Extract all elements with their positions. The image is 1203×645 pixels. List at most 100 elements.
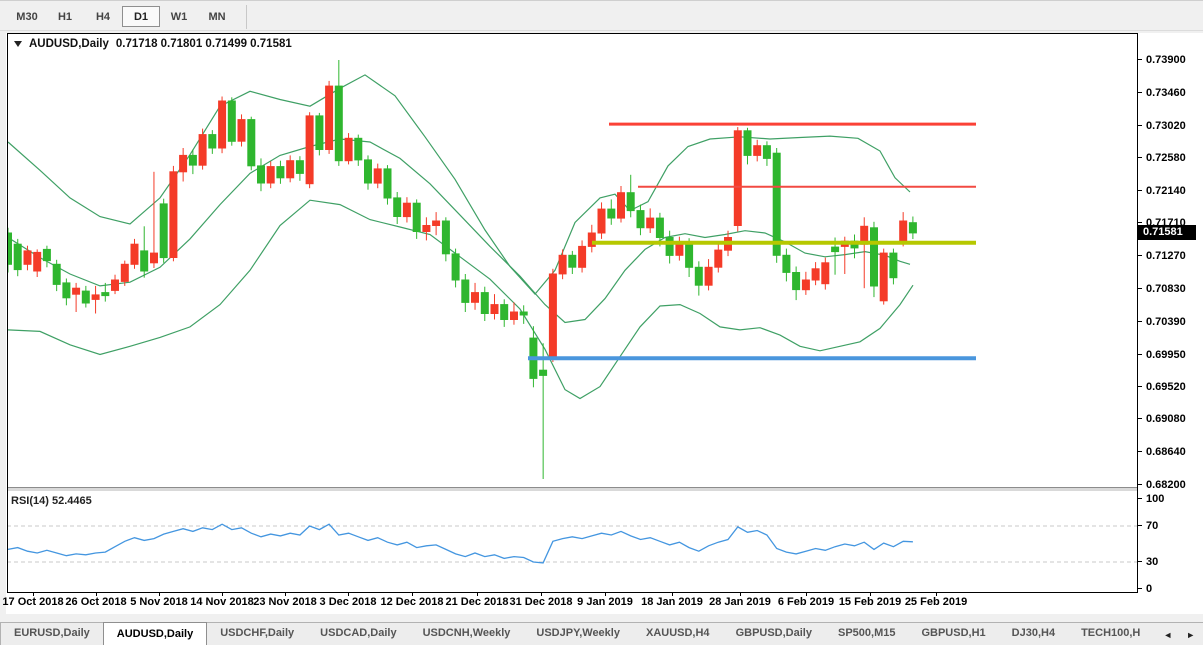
candle-body	[598, 209, 605, 233]
candle-body	[296, 161, 303, 174]
candle-body	[384, 169, 391, 198]
candle-body	[608, 209, 615, 218]
candle-body	[569, 255, 576, 267]
candle-body	[43, 249, 50, 260]
candle-body	[472, 293, 479, 303]
candle-body	[783, 255, 790, 272]
tab-XAUUSD-H4[interactable]: XAUUSD,H4	[633, 623, 723, 645]
chart-symbol-label: AUDUSD,Daily	[29, 38, 109, 50]
candle-body	[403, 203, 410, 216]
tab-AUDUSD-Daily[interactable]: AUDUSD,Daily	[103, 622, 207, 645]
timeframe-button-H4[interactable]: H4	[84, 6, 122, 27]
candle-body	[63, 283, 70, 298]
candle-body	[189, 155, 196, 165]
candle-body	[82, 291, 89, 303]
candle-body	[540, 370, 547, 375]
candle-body	[501, 305, 508, 320]
candle-body	[462, 280, 469, 302]
toolbar-separator	[246, 5, 247, 29]
tab-scroll-right-icon[interactable]: ►	[1186, 630, 1195, 640]
candle-body	[734, 131, 741, 226]
timeframe-button-MN[interactable]: MN	[198, 6, 236, 27]
tab-USDJPY-Weekly[interactable]: USDJPY,Weekly	[523, 623, 633, 645]
candle-body	[335, 86, 342, 161]
candle-body	[326, 86, 333, 149]
candle-body	[890, 253, 897, 278]
chart-tabs: EURUSD,DailyAUDUSD,DailyUSDCHF,DailyUSDC…	[0, 622, 1203, 645]
candle-body	[511, 312, 518, 320]
date-tick-label: 6 Feb 2019	[778, 596, 834, 608]
date-tick-label: 26 Oct 2018	[65, 596, 126, 608]
tab-GBPUSD-Daily[interactable]: GBPUSD,Daily	[723, 623, 825, 645]
candle-body	[14, 244, 21, 269]
tab-USDCNH-Weekly[interactable]: USDCNH,Weekly	[410, 623, 524, 645]
candle-body	[73, 288, 80, 294]
pane-separator[interactable]	[7, 488, 1138, 491]
candle-body	[452, 254, 459, 280]
candle-body	[248, 120, 255, 166]
candle-body	[238, 120, 245, 142]
candle-body	[812, 269, 819, 280]
candle-body	[365, 160, 372, 183]
candle-body	[871, 228, 878, 286]
tab-USDCAD-Daily[interactable]: USDCAD,Daily	[307, 623, 409, 645]
candle-body	[92, 295, 99, 300]
tab-TECH100-H[interactable]: TECH100,H	[1068, 623, 1153, 645]
candle-body	[579, 246, 586, 267]
timeframe-button-W1[interactable]: W1	[160, 6, 198, 27]
date-tick-label: 23 Nov 2018	[253, 596, 317, 608]
mt4-window: M30H1H4D1W1MN AUDUSD,Daily 0.71718 0.718…	[0, 0, 1203, 645]
candle-body	[802, 280, 809, 290]
timeframe-button-M30[interactable]: M30	[8, 6, 46, 27]
date-tick-label: 18 Jan 2019	[641, 596, 703, 608]
date-tick-label: 28 Jan 2019	[709, 596, 771, 608]
candle-body	[394, 198, 401, 217]
tab-USDCHF-Daily[interactable]: USDCHF,Daily	[207, 623, 307, 645]
chart-dropdown-icon[interactable]	[14, 41, 22, 47]
candle-body	[520, 312, 527, 315]
candle-body	[832, 247, 839, 252]
candle-body	[160, 204, 167, 258]
candle-body	[618, 193, 625, 218]
tab-DJ30-H4[interactable]: DJ30,H4	[999, 623, 1068, 645]
candle-body	[686, 245, 693, 267]
rsi-indicator-label: RSI(14) 52.4465	[11, 495, 92, 507]
candle-body	[141, 251, 148, 271]
timeframe-toolbar: M30H1H4D1W1MN	[0, 3, 1203, 31]
candle-body	[102, 293, 109, 296]
date-tick-label: 21 Dec 2018	[446, 596, 509, 608]
date-tick-label: 15 Feb 2019	[839, 596, 901, 608]
candle-body	[267, 167, 274, 183]
candle-body	[151, 253, 158, 263]
rsi-line	[8, 524, 913, 563]
candle-body	[131, 244, 138, 264]
candle-body	[909, 223, 916, 233]
tab-EURUSD-Daily[interactable]: EURUSD,Daily	[1, 623, 103, 645]
candle-body	[647, 218, 654, 228]
candle-body	[112, 280, 119, 290]
candle-body	[900, 221, 907, 241]
timeframe-button-H1[interactable]: H1	[46, 6, 84, 27]
candle-body	[676, 245, 683, 255]
candle-body	[423, 226, 430, 232]
date-tick-label: 31 Dec 2018	[510, 596, 573, 608]
candle-body	[695, 267, 702, 285]
candle-body	[656, 218, 663, 237]
candle-body	[180, 155, 187, 171]
timeframe-button-D1[interactable]: D1	[122, 6, 160, 27]
price-axis: 0.739000.734600.730200.725800.721400.717…	[1138, 33, 1203, 593]
candle-body	[219, 101, 226, 148]
tab-GBPUSD-H1[interactable]: GBPUSD,H1	[908, 623, 998, 645]
date-tick-label: 5 Nov 2018	[130, 596, 187, 608]
chart-frame	[8, 34, 1138, 593]
candle-body	[666, 238, 673, 256]
candle-body	[228, 101, 235, 141]
tab-SP500-M15[interactable]: SP500,M15	[825, 623, 908, 645]
candle-body	[316, 116, 323, 150]
candle-body	[637, 211, 644, 228]
candle-body	[481, 293, 488, 314]
candle-body	[209, 135, 216, 148]
date-tick-label: 17 Oct 2018	[2, 596, 63, 608]
price-chart[interactable]	[7, 33, 1138, 593]
tab-scroll-left-icon[interactable]: ◄	[1163, 630, 1172, 640]
